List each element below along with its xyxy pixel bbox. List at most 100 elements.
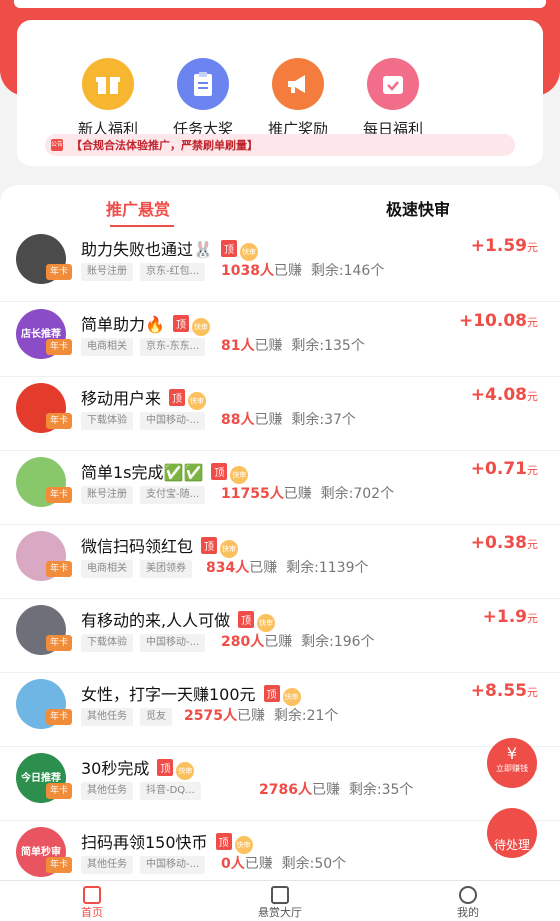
earned-suffix: 已赚: [236, 708, 265, 724]
task-title-text: 有移动的来,人人可做: [81, 611, 231, 630]
task-title: 移动用户来顶快审: [81, 385, 207, 410]
task-row[interactable]: 年卡 简单1s完成✅✅ 顶快审 账号注册 支付宝-随... 11755人已赚 剩余…: [0, 451, 560, 525]
task-category-tag: 下载体验: [81, 412, 133, 430]
task-reward: +1.59元: [471, 236, 538, 256]
task-category-tag: 电商相关: [81, 560, 133, 578]
reward-amount: +0.38: [470, 533, 527, 553]
nav-home[interactable]: 首页: [52, 886, 132, 920]
earn-now-button[interactable]: ¥ 立即赚钱: [487, 738, 537, 788]
earned-suffix: 已赚: [311, 782, 340, 798]
reward-amount: +1.59: [470, 236, 527, 256]
pending-label: 待处理: [493, 838, 530, 852]
task-title-text: 女性，打字一天赚100元: [81, 685, 256, 704]
earned-count: 11755人: [221, 486, 284, 502]
task-row[interactable]: 年卡 助力失败也通过🐰 顶快审 账号注册 京东-红包... 1038人已赚 剩余:…: [0, 228, 560, 302]
task-title-text: 移动用户来: [81, 389, 162, 408]
reward-unit: 元: [527, 390, 538, 403]
nav-hall[interactable]: 悬赏大厅: [240, 886, 320, 920]
task-category-tag: 其他任务: [81, 708, 133, 726]
earned-count: 2575人: [184, 708, 237, 724]
earned-count: 1038人: [221, 263, 274, 279]
remaining-count: 剩余:702个: [320, 486, 395, 502]
task-stats: 0人已赚 剩余:50个: [221, 853, 346, 873]
task-stats: 11755人已赚 剩余:702个: [221, 483, 394, 503]
task-stats: 2575人已赚 剩余:21个: [184, 705, 338, 725]
reward-unit: 元: [527, 538, 538, 551]
task-title-text: 简单助力🔥: [81, 315, 165, 334]
remaining-count: 剩余:146个: [310, 263, 385, 279]
reward-unit: 元: [527, 464, 538, 477]
earned-suffix: 已赚: [283, 486, 312, 502]
fast-review-badge: 快审: [239, 243, 258, 261]
reward-amount: +4.08: [470, 385, 527, 405]
task-category-tag: 账号注册: [81, 263, 133, 281]
reward-unit: 元: [527, 612, 538, 625]
task-title-text: 微信扫码领红包: [81, 537, 194, 556]
notice-icon: 公告: [51, 139, 63, 151]
fast-review-badge: 快审: [188, 392, 207, 410]
pending-button[interactable]: 待处理: [487, 808, 537, 858]
task-stats: 834人已赚 剩余:1139个: [206, 557, 369, 577]
tab-promo-reward[interactable]: 推广悬赏: [106, 196, 170, 220]
earned-count: 81人: [221, 338, 255, 354]
notice-text: 【合规合法体验推广，严禁刷单刷量】: [71, 139, 258, 152]
task-row[interactable]: 店长推荐 年卡 简单助力🔥 顶快审 电商相关 京东-东东... 81人已赚 剩余:…: [0, 303, 560, 377]
task-category-tag: 账号注册: [81, 486, 133, 504]
fast-review-badge: 快审: [191, 318, 210, 336]
top-badge: 顶: [157, 759, 174, 776]
task-platform-tag: 抖音-DQ...: [140, 782, 201, 800]
task-category-tag: 电商相关: [81, 338, 133, 356]
reward-unit: 元: [527, 316, 538, 329]
remaining-count: 剩余:1139个: [286, 560, 369, 576]
task-row[interactable]: 今日推荐 年卡 30秒完成顶快审 其他任务 抖音-DQ... 2786人已赚 剩…: [0, 747, 560, 821]
fast-review-badge: 快审: [230, 466, 249, 484]
task-title: 简单1s完成✅✅ 顶快审: [81, 459, 249, 484]
quick-item-newbie[interactable]: 新人福利: [58, 58, 158, 139]
nianka-badge: 年卡: [46, 487, 72, 503]
notice-bar[interactable]: 公告 【合规合法体验推广，严禁刷单刷量】: [45, 134, 515, 156]
task-category-tag: 其他任务: [81, 782, 133, 800]
tab-underline: [110, 225, 174, 227]
top-badge: 顶: [263, 685, 280, 702]
nav-mine[interactable]: 我的: [428, 886, 508, 920]
earned-count: 88人: [221, 412, 255, 428]
fast-review-badge: 快审: [220, 540, 239, 558]
earned-suffix: 已赚: [273, 263, 302, 279]
quick-menu-card: 新人福利 任务大奖 推广奖励 每日福利 公告 【合规合法体验推广，严禁刷单刷量】: [17, 20, 543, 166]
task-platform-tag: 支付宝-随...: [140, 486, 206, 504]
task-category-tag: 下载体验: [81, 634, 133, 652]
quick-item-promo[interactable]: 推广奖励: [248, 58, 348, 139]
banner-strip: [14, 0, 546, 8]
task-stats: 1038人已赚 剩余:146个: [221, 260, 384, 280]
task-stats: 81人已赚 剩余:135个: [221, 335, 365, 355]
earned-count: 280人: [221, 634, 265, 650]
yuan-icon: ¥: [506, 744, 518, 763]
nav-hall-label: 悬赏大厅: [258, 906, 302, 919]
task-title-text: 扫码再领150快币: [81, 833, 208, 852]
task-row[interactable]: 年卡 移动用户来顶快审 下载体验 中国移动-... 88人已赚 剩余:37个 +…: [0, 377, 560, 451]
task-title-text: 30秒完成: [81, 759, 150, 778]
quick-item-daily[interactable]: 每日福利: [343, 58, 443, 139]
remaining-count: 剩余:50个: [281, 856, 347, 872]
top-badge: 顶: [215, 833, 232, 850]
task-reward: +0.71元: [471, 459, 538, 479]
nianka-badge: 年卡: [46, 709, 72, 725]
quick-item-task[interactable]: 任务大奖: [153, 58, 253, 139]
task-row[interactable]: 年卡 微信扫码领红包顶快审 电商相关 美团领券 834人已赚 剩余:1139个 …: [0, 525, 560, 599]
tab-fast-review[interactable]: 极速快审: [386, 196, 450, 220]
nianka-badge: 年卡: [46, 635, 72, 651]
task-stats: 2786人已赚 剩余:35个: [259, 779, 413, 799]
top-badge: 顶: [211, 463, 228, 480]
earn-now-label: 立即赚钱: [496, 764, 528, 773]
remaining-count: 剩余:196个: [301, 634, 375, 650]
task-platform-tag: 觅友: [140, 708, 172, 726]
task-platform-tag: 中国移动-...: [140, 634, 206, 652]
remaining-count: 剩余:21个: [273, 708, 339, 724]
task-title: 扫码再领150快币顶快审: [81, 829, 253, 854]
task-title-text: 简单1s完成✅✅: [81, 463, 204, 482]
megaphone-icon: [272, 58, 324, 110]
task-row[interactable]: 年卡 有移动的来,人人可做顶快审 下载体验 中国移动-... 280人已赚 剩余…: [0, 599, 560, 673]
task-row[interactable]: 年卡 女性，打字一天赚100元顶快审 其他任务 觅友 2575人已赚 剩余:21…: [0, 673, 560, 747]
nianka-badge: 年卡: [46, 264, 72, 280]
avatar-text: 今日推荐: [21, 773, 61, 784]
